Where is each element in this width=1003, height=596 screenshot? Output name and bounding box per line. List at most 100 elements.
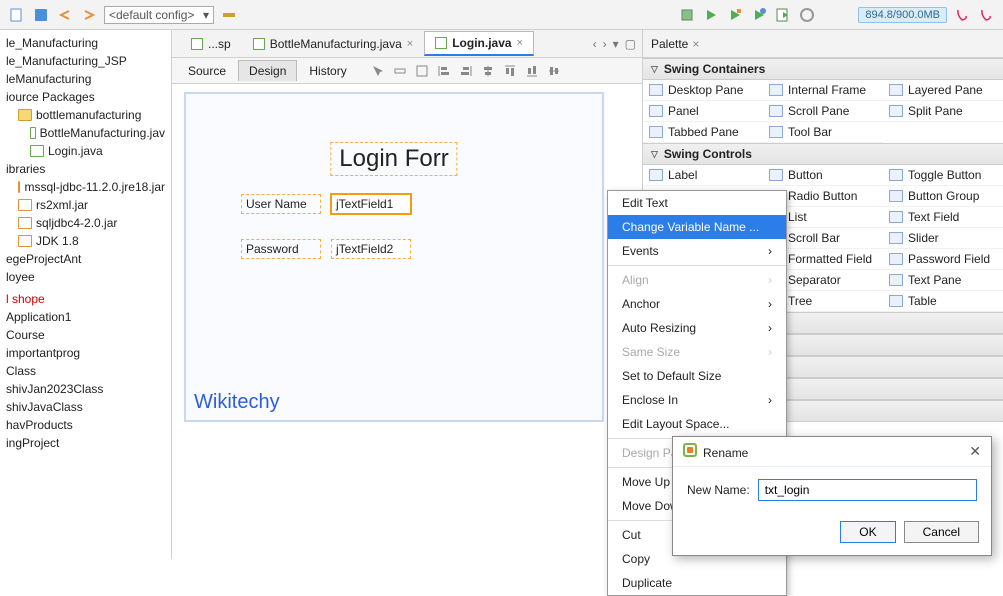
palette-category[interactable]: ▽Swing Controls [643,143,1003,165]
align-right-icon[interactable] [457,62,475,80]
palette-item[interactable]: Desktop Pane [643,80,763,101]
phone-alt-icon[interactable] [977,6,995,24]
menu-item[interactable]: Anchor [608,292,786,316]
test-icon[interactable] [774,6,792,24]
align-top-icon[interactable] [501,62,519,80]
palette-item[interactable]: Table [883,291,1003,312]
menu-item[interactable]: Edit Layout Space... [608,412,786,436]
palette-item[interactable]: Password Field [883,249,1003,270]
palette-item[interactable]: Toggle Button [883,165,1003,186]
tab-prev-icon[interactable]: ‹ [593,37,597,51]
menu-item[interactable]: Duplicate [608,571,786,595]
tree-item[interactable]: l shope [0,290,171,308]
tree-item[interactable]: rs2xml.jar [0,196,171,214]
redo-icon[interactable] [80,6,98,24]
palette-item[interactable]: Text Pane [883,270,1003,291]
palette-item[interactable]: Panel [643,101,763,122]
project-tree[interactable]: le_Manufacturingle_Manufacturing_JSPleMa… [0,30,172,559]
tab-maximize-icon[interactable]: ▢ [625,37,636,51]
tree-item[interactable]: mssql-jdbc-11.2.0.jre18.jar [0,178,171,196]
palette-item[interactable]: Button Group [883,186,1003,207]
cancel-button[interactable]: Cancel [904,521,979,543]
connection-mode-icon[interactable] [391,62,409,80]
tree-item[interactable]: le_Manufacturing_JSP [0,52,171,70]
save-icon[interactable] [32,6,50,24]
palette-item[interactable]: Split Pane [883,101,1003,122]
palette-item[interactable]: Tool Bar [763,122,883,143]
align-center-v-icon[interactable] [545,62,563,80]
design-canvas[interactable]: Login Forr User Name jTextField1 Passwor… [172,84,642,559]
file-tab[interactable]: BottleManufacturing.java× [242,32,425,56]
tab-list-icon[interactable]: ▾ [613,37,619,51]
password-textfield[interactable]: jTextField2 [331,239,411,259]
menu-item[interactable]: Auto Resizing [608,316,786,340]
align-center-h-icon[interactable] [479,62,497,80]
close-icon[interactable]: × [407,38,413,50]
new-name-input[interactable] [758,479,977,501]
palette-item[interactable]: Scroll Pane [763,101,883,122]
phone-icon[interactable] [953,6,971,24]
align-bottom-icon[interactable] [523,62,541,80]
menu-item[interactable]: Change Variable Name ... [608,215,786,239]
tree-item[interactable]: Login.java [0,142,171,160]
selection-mode-icon[interactable] [369,62,387,80]
form-title-label[interactable]: Login Forr [330,142,457,176]
close-icon[interactable]: × [692,37,699,51]
palette-item[interactable]: Layered Pane [883,80,1003,101]
tree-item[interactable]: egeProjectAnt [0,250,171,268]
tab-next-icon[interactable]: › [603,37,607,51]
align-left-icon[interactable] [435,62,453,80]
tree-item[interactable]: le_Manufacturing [0,34,171,52]
tree-item[interactable]: BottleManufacturing.jav [0,124,171,142]
tree-item[interactable]: Application1 [0,308,171,326]
palette-item[interactable]: Label [643,165,763,186]
menu-item[interactable]: Edit Text [608,191,786,215]
tree-item[interactable]: Class [0,362,171,380]
tree-item[interactable]: leManufacturing [0,70,171,88]
file-tab[interactable]: Login.java× [424,31,534,56]
palette-item[interactable]: Tabbed Pane [643,122,763,143]
tree-item[interactable]: ibraries [0,160,171,178]
tree-item[interactable]: shivJan2023Class [0,380,171,398]
undo-icon[interactable] [56,6,74,24]
ok-button[interactable]: OK [840,521,895,543]
hammer-icon[interactable] [220,6,238,24]
close-icon[interactable]: × [517,37,523,49]
menu-item[interactable]: Events [608,239,786,263]
tree-item[interactable]: importantprog [0,344,171,362]
profile-icon[interactable] [750,6,768,24]
tree-item[interactable]: ingProject [0,434,171,452]
stop-icon[interactable] [798,6,816,24]
palette-item[interactable]: Internal Frame [763,80,883,101]
file-tab[interactable]: ...sp [180,32,242,56]
tree-item[interactable]: loyee [0,268,171,286]
preview-icon[interactable] [413,62,431,80]
palette-category[interactable]: ▽Swing Containers [643,58,1003,80]
tree-item[interactable]: shivJavaClass [0,398,171,416]
run-icon[interactable] [702,6,720,24]
config-select[interactable]: <default config> ▾ [104,6,214,24]
menu-item[interactable]: Set to Default Size [608,364,786,388]
debug-icon[interactable] [726,6,744,24]
tree-item[interactable]: bottlemanufacturing [0,106,171,124]
palette-item[interactable]: Button [763,165,883,186]
history-tab[interactable]: History [299,61,356,81]
password-label[interactable]: Password [241,239,321,259]
tree-item[interactable]: havProducts [0,416,171,434]
memory-indicator[interactable]: 894.8/900.0MB [858,7,947,23]
palette-item[interactable]: Slider [883,228,1003,249]
new-file-icon[interactable] [8,6,26,24]
palette-item[interactable]: Text Field [883,207,1003,228]
source-tab[interactable]: Source [178,61,236,81]
tree-item[interactable]: iource Packages [0,88,171,106]
tree-item[interactable]: JDK 1.8 [0,232,171,250]
menu-item[interactable]: Enclose In [608,388,786,412]
username-textfield[interactable]: jTextField1 [331,194,411,214]
close-icon[interactable]: ✕ [969,443,981,460]
tree-item[interactable]: sqljdbc4-2.0.jar [0,214,171,232]
form-frame[interactable]: Login Forr User Name jTextField1 Passwor… [184,92,604,422]
design-tab[interactable]: Design [238,60,297,81]
tree-item[interactable]: Course [0,326,171,344]
build-icon[interactable] [678,6,696,24]
username-label[interactable]: User Name [241,194,321,214]
